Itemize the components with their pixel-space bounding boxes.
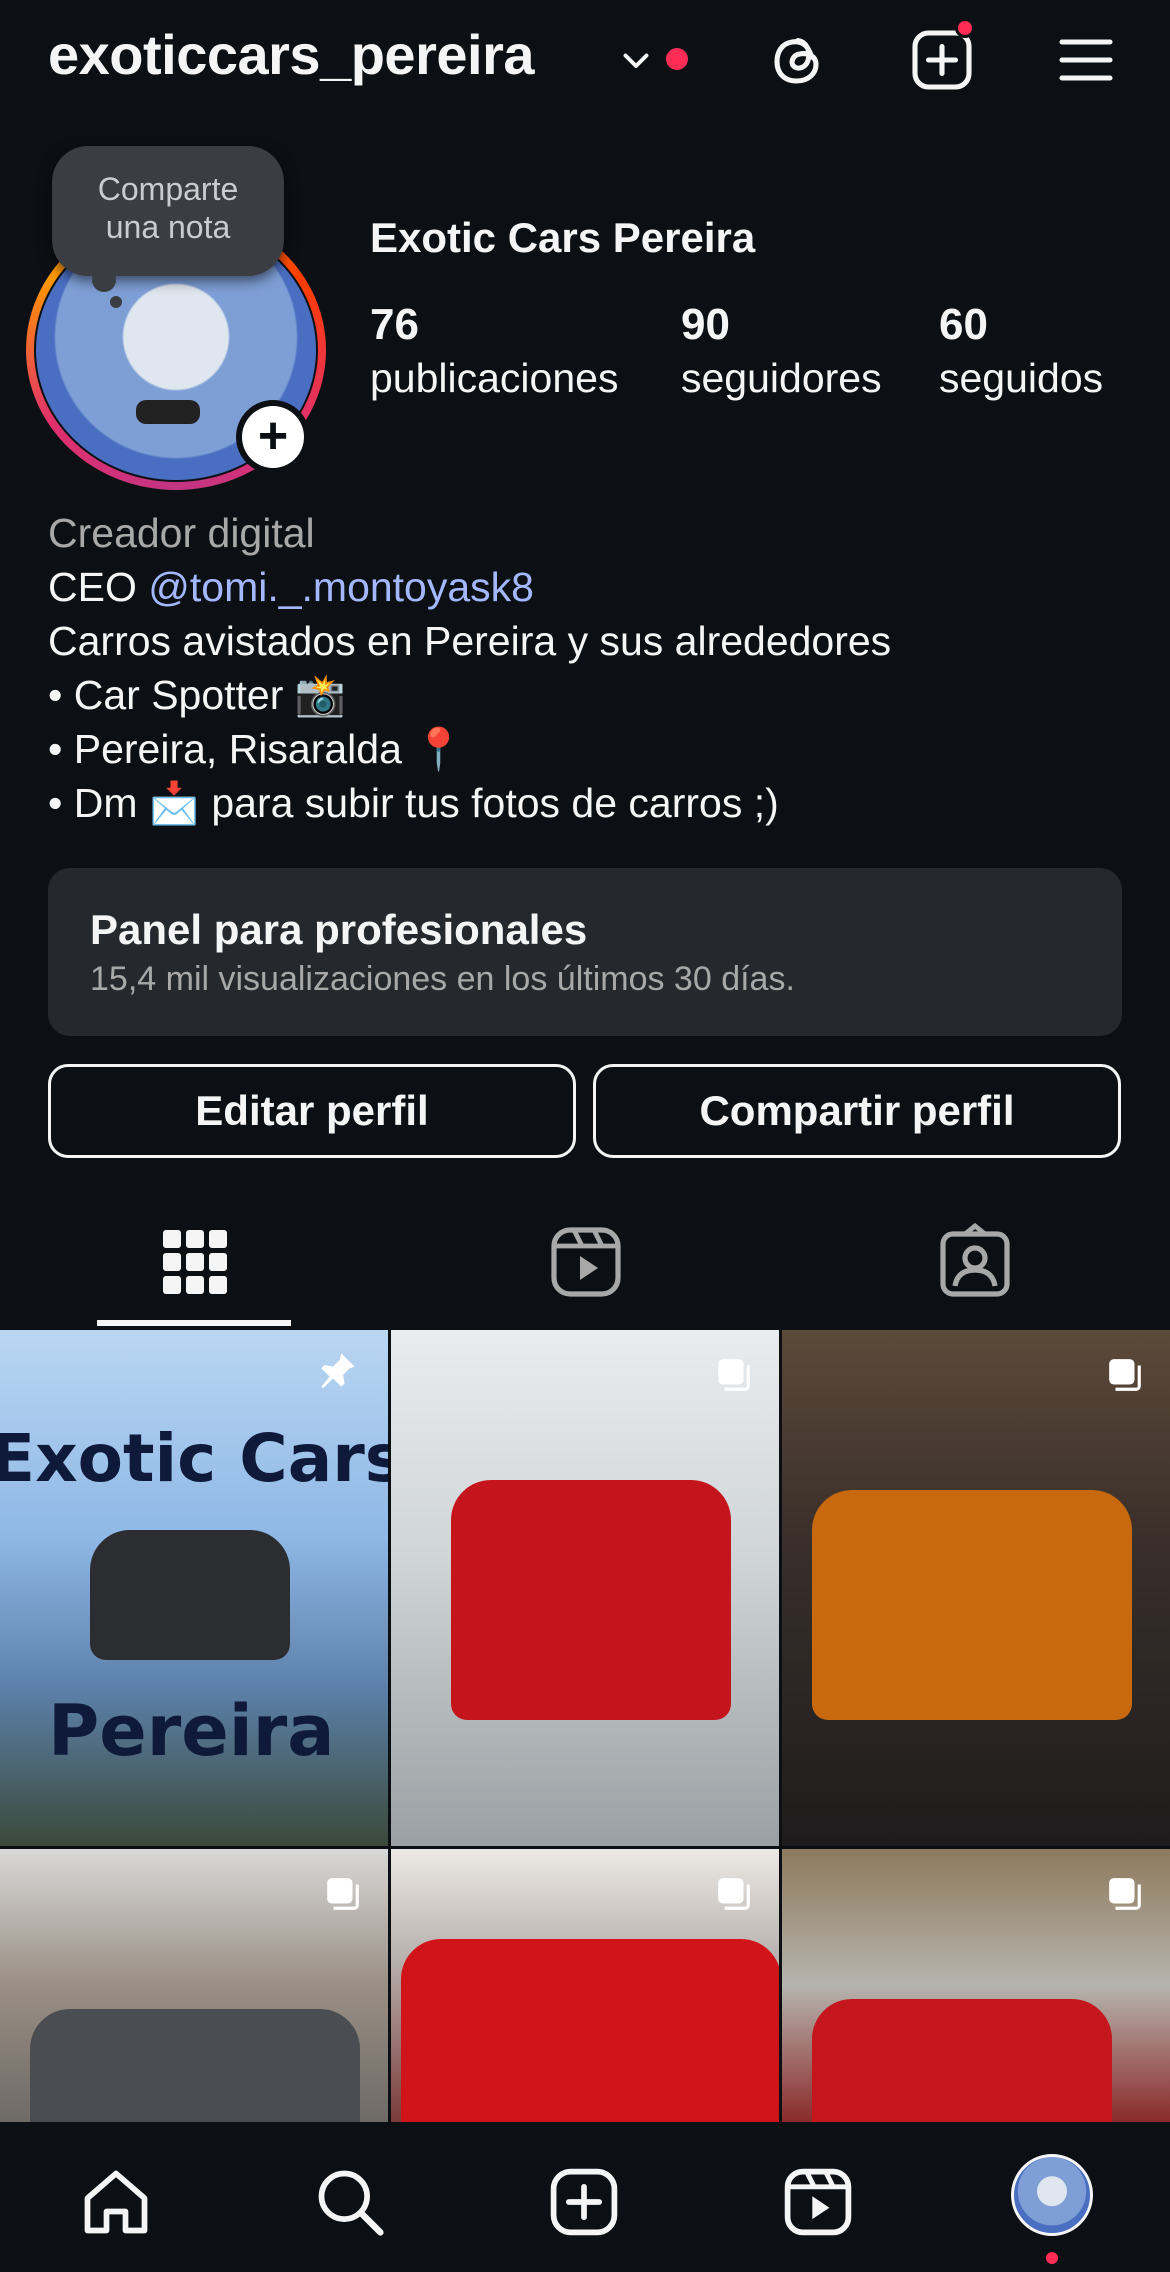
reels-tab-icon[interactable] bbox=[546, 1222, 626, 1302]
car-graphic bbox=[90, 1530, 290, 1660]
pinned-post-subtitle: Pereira bbox=[48, 1690, 335, 1772]
threads-icon[interactable] bbox=[762, 24, 834, 96]
bio-mention-link[interactable]: @tomi._.montoyask8 bbox=[148, 564, 534, 610]
carousel-icon bbox=[718, 1359, 750, 1391]
pinned-post-title: Exotic Cars bbox=[0, 1420, 388, 1497]
car-graphic bbox=[401, 1939, 779, 2122]
profile-avatar-nav[interactable] bbox=[1011, 2154, 1093, 2236]
posts-grid: Exotic Cars Pereira bbox=[0, 1330, 1170, 2122]
tagged-icon[interactable] bbox=[935, 1222, 1015, 1302]
plus-icon: + bbox=[242, 406, 304, 468]
home-icon[interactable] bbox=[78, 2164, 154, 2240]
pin-icon bbox=[321, 1353, 355, 1389]
post-thumbnail[interactable] bbox=[391, 1849, 779, 2122]
note-bubble-tail bbox=[92, 268, 116, 292]
bio-line-2: Carros avistados en Pereira y sus alrede… bbox=[48, 618, 892, 664]
bio-ceo-prefix: CEO bbox=[48, 564, 149, 610]
stat-followers-value: 90 bbox=[681, 300, 730, 349]
share-profile-button[interactable]: Compartir perfil bbox=[593, 1064, 1121, 1158]
stat-following[interactable]: 60 seguidos bbox=[939, 300, 1103, 406]
bio-category: Creador digital bbox=[48, 510, 315, 556]
bio-line-4: • Pereira, Risaralda 📍 bbox=[48, 726, 465, 772]
pro-panel-subtitle: 15,4 mil visualizaciones en los últimos … bbox=[90, 960, 795, 998]
carousel-icon bbox=[1109, 1359, 1141, 1391]
note-bubble[interactable]: Comparte una nota bbox=[52, 146, 284, 276]
professional-dashboard-panel[interactable]: Panel para profesionales 15,4 mil visual… bbox=[48, 868, 1122, 1036]
new-post-notification-dot bbox=[955, 18, 975, 38]
stat-followers-label: seguidores bbox=[681, 355, 882, 401]
bottom-navigation bbox=[0, 2124, 1170, 2272]
active-tab-indicator bbox=[97, 1320, 291, 1326]
add-story-button[interactable]: + bbox=[236, 400, 310, 474]
bio-line-ceo: CEO @tomi._.montoyask8 bbox=[48, 560, 891, 614]
edit-profile-button[interactable]: Editar perfil bbox=[48, 1064, 576, 1158]
bio-line-5: • Dm 📩 para subir tus fotos de carros ;) bbox=[48, 780, 779, 826]
note-line-2: una nota bbox=[105, 209, 231, 245]
grid-icon[interactable] bbox=[155, 1222, 235, 1302]
car-graphic bbox=[451, 1480, 731, 1720]
stat-posts-value: 76 bbox=[370, 300, 419, 349]
post-thumbnail[interactable] bbox=[782, 1849, 1170, 2122]
note-bubble-tail-small bbox=[110, 296, 122, 308]
stat-posts[interactable]: 76 publicaciones bbox=[370, 300, 618, 406]
stat-followers[interactable]: 90 seguidores bbox=[681, 300, 882, 406]
menu-icon[interactable] bbox=[1050, 24, 1122, 96]
bio: Creador digital CEO @tomi._.montoyask8 C… bbox=[48, 506, 891, 830]
post-thumbnail[interactable] bbox=[0, 1849, 388, 2122]
search-icon[interactable] bbox=[312, 2164, 388, 2240]
reels-icon[interactable] bbox=[780, 2164, 856, 2240]
stat-following-label: seguidos bbox=[939, 355, 1104, 401]
avatar-car-graphic bbox=[136, 400, 200, 424]
account-username[interactable]: exoticcars_pereira bbox=[48, 22, 535, 87]
top-bar: exoticcars_pereira bbox=[0, 0, 1170, 120]
car-graphic bbox=[812, 1490, 1132, 1720]
carousel-icon bbox=[1109, 1878, 1141, 1910]
display-name: Exotic Cars Pereira bbox=[370, 214, 756, 261]
car-graphic bbox=[812, 1999, 1112, 2122]
carousel-icon bbox=[718, 1878, 750, 1910]
bio-line-3: • Car Spotter 📸 bbox=[48, 672, 346, 718]
post-thumbnail[interactable] bbox=[391, 1330, 779, 1846]
post-thumbnail-pinned[interactable]: Exotic Cars Pereira bbox=[0, 1330, 388, 1846]
car-graphic bbox=[30, 2009, 360, 2122]
chevron-down-icon[interactable] bbox=[618, 42, 654, 78]
create-icon[interactable] bbox=[546, 2164, 622, 2240]
pro-panel-title: Panel para profesionales bbox=[90, 906, 588, 953]
stat-following-value: 60 bbox=[939, 300, 988, 349]
carousel-icon bbox=[327, 1878, 359, 1910]
profile-notification-dot bbox=[1046, 2252, 1058, 2264]
notification-dot bbox=[666, 48, 688, 70]
stat-posts-label: publicaciones bbox=[370, 355, 619, 401]
note-line-1: Comparte bbox=[97, 171, 239, 207]
post-thumbnail[interactable] bbox=[782, 1330, 1170, 1846]
